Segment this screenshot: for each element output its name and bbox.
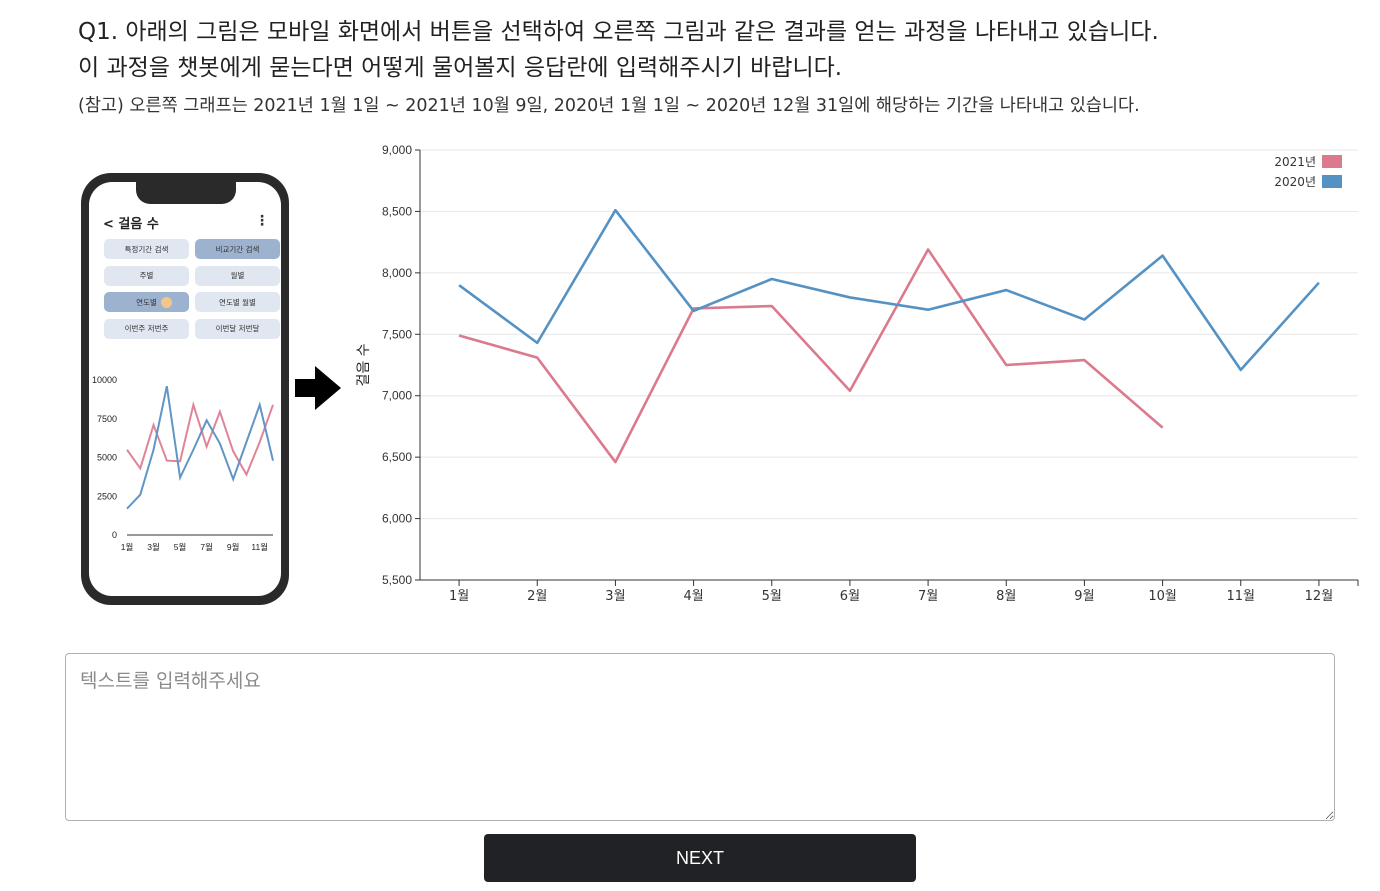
x-tick-label: 6월	[840, 589, 860, 604]
x-tick-label: 12월	[1305, 589, 1334, 604]
mini-x-tick-label: 9월	[227, 542, 240, 552]
phone-period-button: 월별	[195, 265, 280, 286]
mini-x-tick-label: 1월	[121, 542, 134, 552]
y-tick-label: 6,000	[382, 512, 412, 526]
mini-y-tick-label: 2500	[97, 491, 117, 501]
series-line	[458, 208, 1320, 372]
x-tick-label: 7월	[918, 589, 938, 604]
mini-x-tick-label: 5월	[174, 542, 187, 552]
next-button[interactable]: NEXT	[484, 834, 916, 882]
phone-period-button: 비교기간 검색	[195, 239, 280, 259]
pointer-hand-icon	[161, 297, 172, 308]
phone-mini-chart: 0 2500 5000 7500 10000 1월 3월 5월 7월 9월 11월	[92, 375, 274, 552]
legend-label: 2021년	[1274, 155, 1316, 169]
phone-period-button: 특정기간 검색	[104, 239, 189, 259]
mini-x-tick-label: 3월	[147, 542, 160, 552]
legend-swatch	[1322, 175, 1342, 188]
y-tick-label: 9,000	[382, 143, 412, 157]
phone-period-button: 이번달 저번달	[195, 318, 280, 339]
y-tick-label: 7,000	[382, 389, 412, 403]
legend-label: 2020년	[1274, 175, 1316, 189]
vertical-dots-icon: ⋮	[255, 213, 269, 229]
mini-y-tick-label: 5000	[97, 453, 117, 463]
answer-textarea[interactable]	[65, 653, 1335, 821]
mini-y-tick-label: 10000	[92, 375, 117, 385]
y-tick-label: 7,500	[382, 327, 412, 341]
question-line-1: Q1. 아래의 그림은 모바일 화면에서 버튼을 선택하여 오른쪽 그림과 같은…	[78, 19, 1159, 45]
x-tick-label: 3월	[605, 589, 625, 604]
x-tick-label: 10월	[1148, 589, 1177, 604]
x-tick-label: 8월	[996, 589, 1016, 604]
x-tick-label: 5월	[762, 589, 782, 604]
phone-notch	[136, 182, 236, 204]
mini-y-tick-label: 7500	[97, 414, 117, 424]
x-tick-label: 4월	[683, 589, 703, 604]
y-tick-label: 5,500	[382, 573, 412, 587]
mini-x-tick-label: 7월	[200, 542, 213, 552]
x-tick-label: 1월	[449, 589, 469, 604]
series-line	[458, 248, 1164, 464]
phone-period-button: 연도별	[104, 292, 189, 312]
y-tick-label: 8,500	[382, 204, 412, 218]
question-line-2: 이 과정을 챗봇에게 묻는다면 어떻게 물어볼지 응답란에 입력해주시기 바랍니…	[78, 55, 843, 81]
mini-y-tick-label: 0	[112, 530, 117, 540]
phone-period-button: 주별	[104, 265, 189, 286]
y-tick-label: 8,000	[382, 266, 412, 280]
phone-mockup: < 걸음 수 ⋮ 특정기간 검색 비교기간 검색주별 월별연도별 연도별 월별이번주 …	[81, 173, 289, 605]
mini-x-tick-label: 11월	[251, 542, 268, 552]
y-tick-label: 6,500	[382, 450, 412, 464]
legend-swatch	[1322, 155, 1342, 168]
question-note: (참고) 오른쪽 그래프는 2021년 1월 1일 ~ 2021년 10월 9일…	[78, 96, 1140, 116]
y-axis-label: 걸음 수	[356, 343, 372, 386]
x-tick-label: 11월	[1226, 589, 1255, 604]
comparison-line-chart: 5,500 6,000 6,500 7,000 7,500 8,000 8,500 9,000…	[356, 143, 1359, 604]
phone-screen: < 걸음 수 ⋮ 특정기간 검색 비교기간 검색주별 월별연도별 연도별 월별이번주 …	[89, 182, 281, 596]
phone-period-button: 연도별 월별	[195, 292, 280, 312]
arrow-right-icon	[295, 366, 341, 410]
phone-period-button: 이번주 저번주	[104, 318, 189, 339]
phone-title: < 걸음 수	[103, 217, 159, 232]
mini-series-line	[126, 385, 274, 510]
x-tick-label: 9월	[1074, 589, 1094, 604]
x-tick-label: 2월	[527, 589, 547, 604]
